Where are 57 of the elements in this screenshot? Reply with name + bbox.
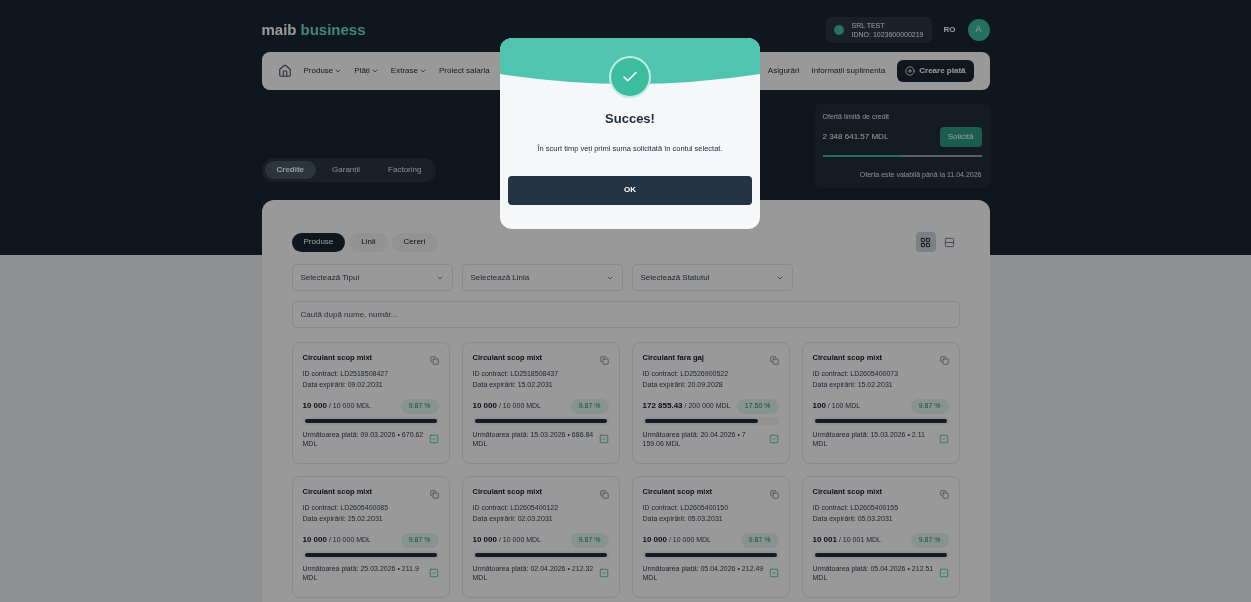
used-amount: 10 000 — [642, 534, 667, 547]
rows-icon — [944, 236, 955, 248]
nav-item[interactable]: Asigurări — [767, 65, 800, 77]
view-tab[interactable]: Produse — [291, 232, 346, 252]
check-square-icon[interactable] — [428, 567, 439, 578]
category-tab[interactable]: Garanții — [320, 161, 373, 179]
offer-amount: 2 348 641.57 MDL — [822, 130, 889, 143]
nav-item[interactable]: Produse — [303, 65, 343, 77]
filter-dropdown[interactable]: Selectează Tipul — [291, 264, 453, 291]
check-square-icon[interactable] — [768, 567, 779, 578]
used-amount: 10 000 — [302, 400, 327, 413]
used-amount: 100 — [812, 400, 826, 413]
grid-icon — [920, 236, 931, 248]
used-amount: 10 000 — [472, 534, 497, 547]
search-field[interactable]: Caută după nume, număr... — [291, 301, 960, 328]
create-payment-button[interactable]: Creare plată — [897, 60, 974, 82]
filter-dropdown[interactable]: Selectează Statutul — [631, 264, 793, 291]
nav-item[interactable]: Proiect salaria — [439, 65, 490, 77]
copy-icon[interactable] — [769, 490, 779, 499]
success-check-icon — [609, 56, 651, 98]
used-amount: 10 001 — [812, 534, 837, 547]
check-square-icon[interactable] — [598, 433, 609, 444]
home-icon[interactable] — [277, 64, 292, 78]
dialog-title: Succes! — [605, 110, 655, 128]
view-tab[interactable]: Cereri — [391, 232, 438, 252]
copy-icon[interactable] — [429, 490, 439, 499]
copy-icon[interactable] — [769, 356, 779, 365]
copy-icon[interactable] — [939, 490, 949, 499]
nav-item[interactable]: Extrase — [390, 65, 427, 77]
used-amount: 10 000 — [302, 534, 327, 547]
grid-view-button[interactable] — [915, 232, 936, 252]
category-tab[interactable]: Factoring — [376, 161, 434, 179]
copy-icon[interactable] — [939, 356, 949, 365]
copy-icon[interactable] — [429, 356, 439, 365]
copy-icon[interactable] — [599, 490, 609, 499]
category-tab[interactable]: Credite — [264, 161, 317, 179]
view-tab[interactable]: Linii — [349, 232, 388, 252]
check-square-icon[interactable] — [598, 567, 609, 578]
ok-button[interactable]: OK — [508, 175, 752, 205]
nav-item[interactable]: Informații suplimenta — [811, 65, 886, 77]
chevron-icon — [419, 67, 427, 75]
language-button[interactable]: RO — [943, 24, 956, 36]
filter-dropdown[interactable]: Selectează Linia — [461, 264, 623, 291]
logo-subtitle: business — [300, 19, 366, 40]
nav-item[interactable]: Plăți — [354, 65, 379, 77]
logo-text: maib — [261, 19, 297, 40]
copy-icon[interactable] — [599, 356, 609, 365]
plus-icon — [905, 66, 916, 76]
check-square-icon[interactable] — [428, 433, 439, 444]
chevron-icon — [334, 67, 343, 75]
used-amount: 172 855.43 — [642, 400, 683, 413]
used-amount: 10 000 — [472, 400, 497, 413]
check-square-icon[interactable] — [938, 433, 949, 444]
check-square-icon[interactable] — [938, 567, 949, 578]
chevron-icon — [370, 67, 379, 75]
check-square-icon[interactable] — [768, 433, 779, 444]
account-status-icon — [833, 25, 844, 35]
